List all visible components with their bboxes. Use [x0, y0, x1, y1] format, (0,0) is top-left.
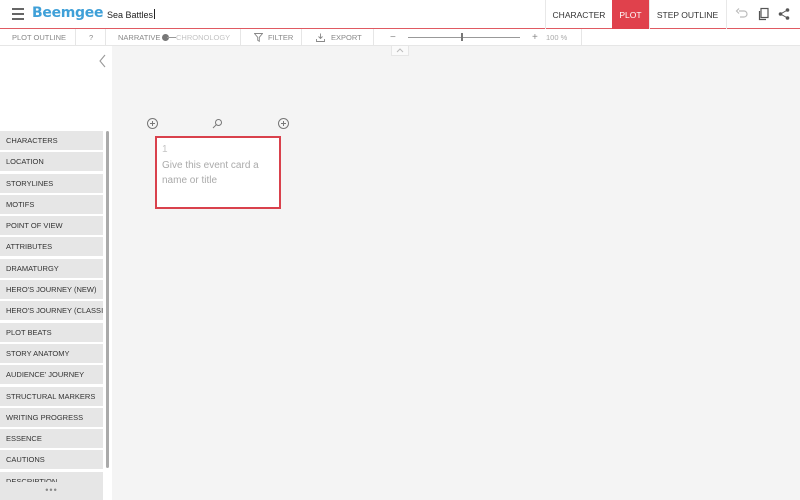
- sidebar-item-writing-progress[interactable]: WRITING PROGRESS: [0, 407, 103, 427]
- toolbar: PLOT OUTLINE ? NARRATIVE CHRONOLOGY FILT…: [0, 29, 800, 46]
- zoom-in-button[interactable]: +: [532, 29, 538, 46]
- undo-icon[interactable]: [735, 7, 749, 21]
- plot-canvas[interactable]: 1 Give this event card a name or title: [112, 46, 800, 500]
- zoom-slider-handle[interactable]: [461, 33, 463, 41]
- sidebar-item-location[interactable]: LOCATION: [0, 152, 103, 172]
- sidebar-item-characters[interactable]: CHARACTERS: [0, 131, 103, 150]
- chevron-up-icon: [396, 48, 404, 53]
- plot-outline-button[interactable]: PLOT OUTLINE: [12, 29, 66, 46]
- view-tabs: CHARACTER PLOT STEP OUTLINE: [545, 0, 725, 29]
- event-card[interactable]: 1 Give this event card a name or title: [155, 136, 281, 209]
- add-event-after-button[interactable]: [278, 118, 289, 129]
- sidebar-item-point-of-view[interactable]: POINT OF VIEW: [0, 216, 103, 236]
- document-title-field[interactable]: Sea Battles: [107, 9, 156, 20]
- sidebar-item-heros-journey-new[interactable]: HERO'S JOURNEY (NEW): [0, 280, 103, 300]
- top-icon-group: [726, 0, 800, 29]
- narrative-label[interactable]: NARRATIVE: [118, 29, 160, 46]
- help-button[interactable]: ?: [89, 29, 93, 46]
- sidebar-scrollbar[interactable]: [106, 131, 109, 468]
- hamburger-menu-icon[interactable]: [12, 8, 24, 20]
- sidebar-item-storylines[interactable]: STORYLINES: [0, 173, 103, 193]
- sidebar-more-button[interactable]: •••: [0, 482, 103, 500]
- top-bar: Beemgee Sea Battles CHARACTER PLOT STEP …: [0, 0, 800, 29]
- event-card-title-placeholder[interactable]: Give this event card a name or title: [162, 158, 274, 188]
- toolbar-collapse-button[interactable]: [391, 46, 409, 56]
- tab-plot[interactable]: PLOT: [612, 0, 649, 29]
- sidebar-item-cautions[interactable]: CAUTIONS: [0, 450, 103, 470]
- sidebar-item-description[interactable]: DESCRIPTION: [0, 471, 103, 482]
- sidebar: CHARACTERS LOCATION STORYLINES MOTIFS PO…: [0, 46, 112, 500]
- filter-icon[interactable]: [254, 33, 263, 42]
- sidebar-item-audience-journey[interactable]: AUDIENCE' JOURNEY: [0, 365, 103, 385]
- add-event-before-button[interactable]: [147, 118, 158, 129]
- sidebar-list: CHARACTERS LOCATION STORYLINES MOTIFS PO…: [0, 131, 103, 482]
- filter-button[interactable]: FILTER: [268, 29, 293, 46]
- share-icon[interactable]: [777, 7, 791, 21]
- export-icon[interactable]: [316, 33, 325, 42]
- sidebar-item-essence[interactable]: ESSENCE: [0, 429, 103, 449]
- sidebar-item-heros-journey-classic[interactable]: HERO'S JOURNEY (CLASSI...: [0, 301, 103, 321]
- sidebar-item-story-anatomy[interactable]: STORY ANATOMY: [0, 343, 103, 363]
- zoom-level: 100 %: [546, 33, 568, 42]
- narrative-chronology-toggle[interactable]: [162, 34, 176, 41]
- tab-character[interactable]: CHARACTER: [545, 0, 612, 29]
- chronology-label[interactable]: CHRONOLOGY: [176, 29, 230, 46]
- pin-icon[interactable]: [212, 118, 223, 129]
- event-card-number: 1: [162, 144, 168, 155]
- sidebar-item-dramaturgy[interactable]: DRAMATURGY: [0, 258, 103, 278]
- sidebar-item-plot-beats[interactable]: PLOT BEATS: [0, 322, 103, 342]
- export-button[interactable]: EXPORT: [331, 29, 362, 46]
- zoom-slider-track[interactable]: [408, 37, 520, 38]
- sidebar-item-structural-markers[interactable]: STRUCTURAL MARKERS: [0, 386, 103, 406]
- tab-step-outline[interactable]: STEP OUTLINE: [649, 0, 725, 29]
- document-title-text: Sea Battles: [107, 10, 154, 20]
- zoom-out-button[interactable]: −: [390, 29, 396, 46]
- app-logo[interactable]: Beemgee: [32, 5, 103, 21]
- copy-icon[interactable]: [757, 7, 771, 21]
- chevron-left-icon[interactable]: [97, 54, 109, 68]
- sidebar-item-motifs[interactable]: MOTIFS: [0, 194, 103, 214]
- sidebar-item-attributes[interactable]: ATTRIBUTES: [0, 237, 103, 257]
